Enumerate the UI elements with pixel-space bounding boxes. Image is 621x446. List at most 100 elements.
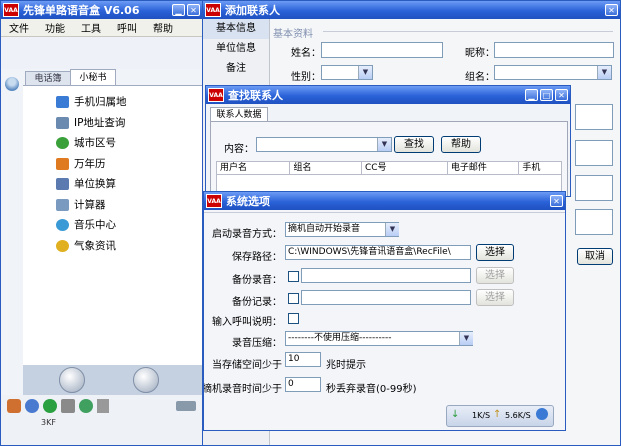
discard-label: 摘机录音时间少于 (203, 384, 282, 395)
add-icon[interactable] (43, 399, 57, 413)
nickname-input[interactable] (494, 42, 614, 58)
input-call-note-checkbox[interactable] (288, 313, 299, 324)
group-select[interactable]: ▼ (494, 65, 612, 80)
maximize-button[interactable]: □ (540, 89, 553, 101)
column-group[interactable]: 组名 (290, 162, 362, 174)
system-options-titlebar[interactable]: VAA 系统选项 ✕ (204, 192, 565, 210)
menu-call[interactable]: 呼叫 (109, 20, 145, 35)
backup-recording-input[interactable] (301, 268, 471, 283)
calculator-icon (56, 198, 69, 211)
nickname-label: 昵称： (465, 48, 495, 59)
notes-field-1[interactable] (575, 104, 613, 130)
clock-icon[interactable] (79, 399, 93, 413)
backup-log-checkbox[interactable] (288, 293, 299, 304)
system-options-window: VAA 系统选项 ✕ 启动录音方式： 摘机自动开始录音 ▼ 保存路径： C:\W… (203, 191, 566, 431)
save-path-select-button[interactable]: 选择 (476, 244, 514, 261)
bottom-icons (7, 399, 109, 413)
close-button[interactable]: ✕ (187, 4, 200, 16)
find-contact-window: VAA 查找联系人 ▁ □ ✕ 联系人数据 内容： ▼ 查找 帮助 用户名 组名… (205, 85, 571, 197)
cancel-button[interactable]: 取消 (577, 248, 613, 265)
menu-tools[interactable]: 工具 (73, 20, 109, 35)
compression-select[interactable]: --------不使用压缩---------- (285, 331, 473, 346)
gender-select[interactable]: ▼ (321, 65, 373, 80)
tool-item-calendar[interactable]: 万年历 (56, 156, 127, 177)
name-input[interactable] (321, 42, 443, 58)
notes-field-4[interactable] (575, 209, 613, 235)
close-button[interactable]: ✕ (555, 89, 568, 101)
menu-help[interactable]: 帮助 (145, 20, 181, 35)
tool-item-label: 手机归属地 (74, 96, 127, 108)
minimize-button[interactable]: ▁ (172, 4, 185, 16)
ie-icon (536, 408, 548, 420)
compression-label: 录音压缩： (232, 338, 282, 349)
find-contact-title: 查找联系人 (228, 89, 283, 102)
menu-function[interactable]: 功能 (37, 20, 73, 35)
close-button[interactable]: ✕ (550, 195, 563, 207)
user-icon[interactable] (7, 399, 21, 413)
storage-label: 当存储空间少于 (212, 360, 282, 371)
start-mode-label: 启动录音方式： (212, 229, 282, 240)
nav-notes[interactable]: 备注 (203, 59, 269, 79)
discard-input[interactable]: 0 (285, 377, 321, 392)
menu-file[interactable]: 文件 (1, 20, 37, 35)
app-logo: VAA (205, 3, 221, 17)
results-header: 用户名 组名 CC号 电子邮件 手机 (216, 161, 562, 175)
content-select[interactable]: ▼ (256, 137, 392, 152)
column-username[interactable]: 用户名 (217, 162, 291, 174)
tool-item-mobile[interactable]: 手机归属地 (56, 94, 127, 115)
options-divider (204, 212, 565, 213)
nav-basic-info[interactable]: 基本信息 (203, 19, 269, 39)
add-contact-title: 添加联系人 (225, 4, 280, 17)
notes-field-3[interactable] (575, 175, 613, 201)
start-mode-select[interactable]: 摘机自动开始录音 (285, 222, 399, 237)
close-button[interactable]: ✕ (605, 4, 618, 16)
tool-item-weather[interactable]: 气象资讯 (56, 238, 127, 259)
column-email[interactable]: 电子邮件 (448, 162, 520, 174)
globe-icon (56, 137, 69, 149)
convert-icon (56, 178, 69, 190)
backup-log-select-button[interactable]: 选择 (476, 289, 514, 306)
column-cc[interactable]: CC号 (362, 162, 448, 174)
app-logo: VAA (3, 3, 19, 17)
storage-input[interactable]: 10 (285, 352, 321, 367)
column-mobile[interactable]: 手机 (519, 162, 561, 174)
help-button[interactable]: 帮助 (441, 136, 481, 153)
search-icon[interactable] (25, 399, 39, 413)
content-label: 内容： (224, 144, 254, 155)
tools-icon[interactable] (61, 399, 75, 413)
tool-items: 手机归属地 IP地址查询 城市区号 万年历 单位换算 计算器 音乐中心 气象资讯 (56, 94, 127, 258)
network-icon[interactable] (176, 401, 196, 411)
find-contact-titlebar[interactable]: VAA 查找联系人 ▁ □ ✕ (206, 86, 570, 104)
main-titlebar[interactable]: VAA 先锋单路语音盒 V6.06 ▁ ✕ (1, 1, 202, 19)
find-button[interactable]: 查找 (394, 136, 434, 153)
nav-company-info[interactable]: 单位信息 (203, 39, 269, 59)
minimize-button[interactable]: ▁ (525, 89, 538, 101)
save-path-input[interactable]: C:\WINDOWS\先锋音讯语音盒\RecFile\ (285, 245, 471, 260)
dial-button[interactable] (59, 367, 85, 393)
storage-suffix: 兆时提示 (326, 360, 366, 371)
hangup-button[interactable] (133, 367, 159, 393)
tool-item-ip[interactable]: IP地址查询 (56, 115, 127, 136)
trash-icon[interactable] (97, 399, 109, 413)
upload-arrow-icon: ↑ (493, 409, 502, 420)
tool-item-label: 气象资讯 (74, 239, 116, 252)
tool-item-areacode[interactable]: 城市区号 (56, 135, 127, 156)
gender-label: 性别： (291, 72, 321, 83)
tab-contact-data[interactable]: 联系人数据 (210, 107, 268, 122)
add-contact-titlebar[interactable]: VAA 添加联系人 ✕ (203, 1, 620, 19)
tab-secretary[interactable]: 小秘书 (70, 69, 116, 86)
tab-phonebook[interactable]: 电话簿 (25, 71, 71, 86)
tool-item-music[interactable]: 音乐中心 (56, 217, 127, 238)
name-label: 姓名： (291, 48, 321, 59)
calendar-icon (56, 157, 69, 170)
music-icon (56, 219, 69, 231)
backup-log-input[interactable] (301, 290, 471, 305)
tool-item-convert[interactable]: 单位换算 (56, 176, 127, 197)
backup-log-label: 备份记录： (232, 297, 282, 308)
tool-item-calculator[interactable]: 计算器 (56, 197, 127, 218)
notes-field-2[interactable] (575, 140, 613, 166)
backup-recording-checkbox[interactable] (288, 271, 299, 282)
upload-speed: 5.6K/S (505, 411, 531, 420)
toolbar-area (1, 37, 202, 69)
backup-recording-select-button[interactable]: 选择 (476, 267, 514, 284)
